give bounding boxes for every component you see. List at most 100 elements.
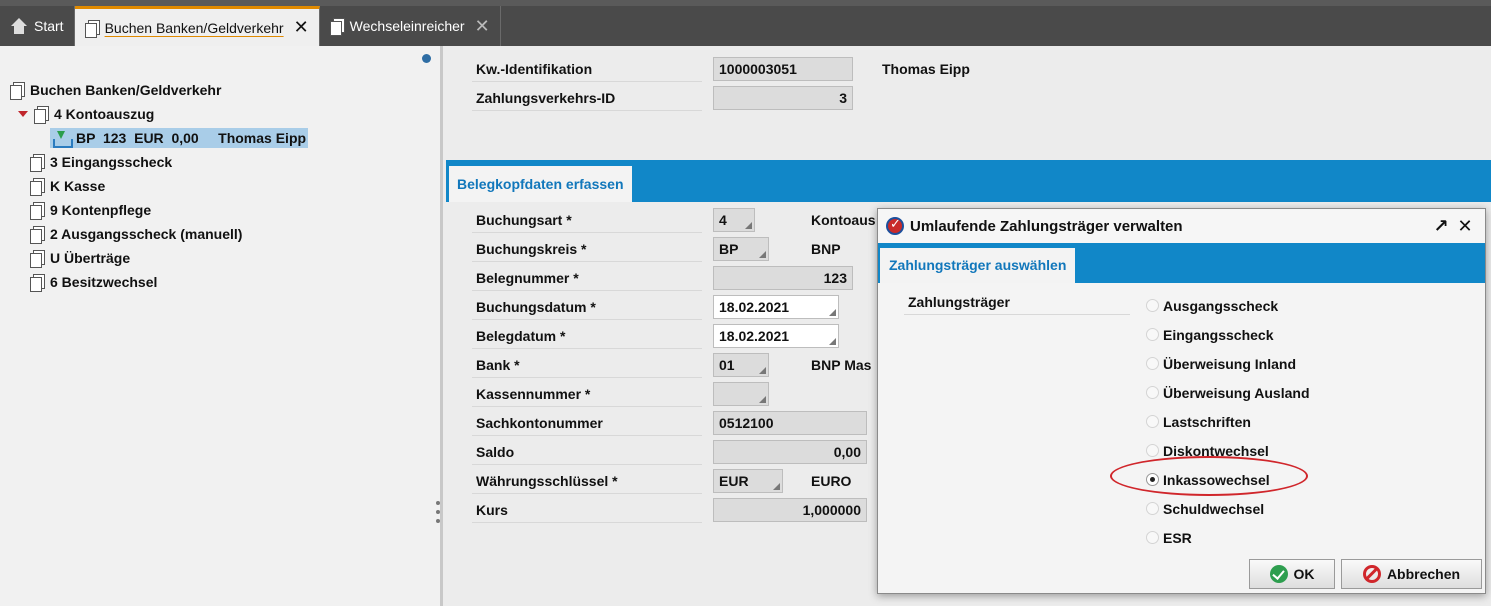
waehrungsschluessel-dropdown[interactable]: EUR: [713, 469, 783, 493]
kw-identifikation-field[interactable]: 1000003051: [713, 57, 853, 81]
radio-icon[interactable]: [1146, 444, 1159, 457]
document-icon: [30, 178, 45, 196]
buchungsart-dropdown[interactable]: 4: [713, 208, 755, 232]
tab-label: Wechseleinreicher: [349, 18, 465, 34]
radio-label: Lastschriften: [1163, 413, 1251, 430]
tab-label: Buchen Banken/Geldverkehr: [104, 19, 284, 36]
tree-label: 9 Kontenpflege: [50, 202, 152, 218]
radio-icon[interactable]: [1146, 357, 1159, 370]
tree-item-ausgangsscheck[interactable]: 2 Ausgangsscheck (manuell): [10, 222, 308, 246]
tab-belegkopfdaten[interactable]: Belegkopfdaten erfassen: [449, 166, 632, 202]
radio-ueberweisung-inland[interactable]: Überweisung Inland: [1146, 349, 1310, 378]
dialog-section-bar: Zahlungsträger auswählen: [878, 243, 1485, 283]
sachkontonummer-label: Sachkontonummer: [472, 410, 702, 436]
sachkontonummer-field[interactable]: 0512100: [713, 411, 867, 435]
kassennummer-dropdown[interactable]: [713, 382, 769, 406]
tab-start[interactable]: Start: [0, 6, 75, 46]
radio-ausgangsscheck[interactable]: Ausgangsscheck: [1146, 291, 1310, 320]
bank-label: Bank *: [472, 352, 702, 378]
tree-item-uebertraege[interactable]: U Überträge: [10, 246, 308, 270]
expand-caret-icon[interactable]: [18, 111, 28, 117]
radio-schuldwechsel[interactable]: Schuldwechsel: [1146, 494, 1310, 523]
radio-icon[interactable]: [1146, 299, 1159, 312]
zahlungstraeger-radio-group: Ausgangsscheck Eingangsscheck Überweisun…: [1146, 291, 1310, 552]
tree: Buchen Banken/Geldverkehr 4 Kontoauszug …: [10, 78, 309, 294]
document-icon: [10, 82, 25, 100]
radio-label: Überweisung Ausland: [1163, 384, 1310, 401]
tree-item-kontenpflege[interactable]: 9 Kontenpflege: [10, 198, 308, 222]
tree-item-kasse[interactable]: K Kasse: [10, 174, 308, 198]
tab-zahlungstraeger-auswaehlen[interactable]: Zahlungsträger auswählen: [880, 248, 1076, 283]
tree-root[interactable]: Buchen Banken/Geldverkehr: [10, 78, 308, 102]
radio-label: Eingangsscheck: [1163, 326, 1274, 343]
tab-buchen-banken[interactable]: Buchen Banken/Geldverkehr ✕: [74, 6, 320, 46]
close-icon[interactable]: ✕: [294, 17, 309, 38]
radio-icon[interactable]: [1146, 415, 1159, 428]
radio-lastschriften[interactable]: Lastschriften: [1146, 407, 1310, 436]
saldo-field[interactable]: 0,00: [713, 440, 867, 464]
tree-label: 2 Ausgangsscheck (manuell): [50, 226, 243, 242]
belegnummer-field[interactable]: 123: [713, 266, 853, 290]
cancel-button[interactable]: Abbrechen: [1341, 559, 1482, 589]
radio-label: ESR: [1163, 529, 1192, 546]
highlight-ellipse: [1110, 456, 1308, 496]
status-dot-icon: [422, 54, 431, 63]
buchungskreis-dropdown[interactable]: BP: [713, 237, 769, 261]
tab-wechseleinreicher[interactable]: Wechseleinreicher ✕: [320, 6, 501, 46]
kurs-label: Kurs: [472, 497, 702, 523]
bank-description: BNP Mas: [811, 357, 872, 373]
radio-icon[interactable]: [1146, 386, 1159, 399]
zahlungsverkehrs-id-label: Zahlungsverkehrs-ID: [472, 85, 702, 111]
tree-label: K Kasse: [50, 178, 106, 194]
document-icon: [30, 154, 45, 172]
home-icon: [10, 18, 28, 34]
kw-name-text: Thomas Eipp: [882, 61, 970, 77]
radio-icon[interactable]: [1146, 531, 1159, 544]
radio-icon[interactable]: [1146, 502, 1159, 515]
tree-label: U Überträge: [50, 250, 131, 266]
belegdatum-label: Belegdatum *: [472, 323, 702, 349]
tree-label: BP 123 EUR 0,00 Thomas Eipp: [76, 130, 307, 146]
radio-icon[interactable]: [1146, 328, 1159, 341]
saldo-label: Saldo: [472, 439, 702, 465]
tree-item-besitzwechsel[interactable]: 6 Besitzwechsel: [10, 270, 308, 294]
document-icon: [34, 106, 49, 124]
zahlungstraeger-label: Zahlungsträger: [904, 289, 1130, 315]
tree-item-booking-entry[interactable]: BP 123 EUR 0,00 Thomas Eipp: [10, 126, 309, 150]
belegdatum-field[interactable]: 18.02.2021: [713, 324, 839, 348]
tab-bar: Start Buchen Banken/Geldverkehr ✕ Wechse…: [0, 6, 1491, 46]
tree-item-kontoauszug[interactable]: 4 Kontoauszug: [10, 102, 308, 126]
document-icon: [30, 202, 45, 220]
bank-dropdown[interactable]: 01: [713, 353, 769, 377]
selected-entry[interactable]: BP 123 EUR 0,00 Thomas Eipp: [50, 128, 309, 148]
radio-esr[interactable]: ESR: [1146, 523, 1310, 552]
dialog-title: Umlaufende Zahlungsträger verwalten: [910, 217, 1183, 235]
buchungskreis-label: Buchungskreis *: [472, 236, 702, 262]
ok-label: OK: [1293, 566, 1315, 582]
radio-ueberweisung-ausland[interactable]: Überweisung Ausland: [1146, 378, 1310, 407]
radio-eingangsscheck[interactable]: Eingangsscheck: [1146, 320, 1310, 349]
tree-item-eingangsscheck[interactable]: 3 Eingangsscheck: [10, 150, 308, 174]
document-icon: [30, 226, 45, 244]
dialog-title-bar[interactable]: Umlaufende Zahlungsträger verwalten ↗ ✕: [878, 209, 1485, 243]
close-icon[interactable]: ✕: [475, 16, 490, 37]
document-icon: [84, 19, 100, 38]
buchungsart-description: Kontoaus: [811, 212, 876, 228]
zahlungsverkehrs-id-field[interactable]: 3: [713, 86, 853, 110]
zahlungstraeger-dialog: Umlaufende Zahlungsträger verwalten ↗ ✕ …: [877, 208, 1486, 594]
kurs-field[interactable]: 1,000000: [713, 498, 867, 522]
kw-identifikation-label: Kw.-Identifikation: [472, 56, 702, 82]
tree-label: 3 Eingangsscheck: [50, 154, 173, 170]
tree-label: 6 Besitzwechsel: [50, 274, 158, 290]
kassennummer-label: Kassennummer *: [472, 381, 702, 407]
buchungsart-label: Buchungsart *: [472, 207, 702, 233]
tab-label: Start: [34, 18, 64, 34]
buchungskreis-description: BNP: [811, 241, 841, 257]
cancel-label: Abbrechen: [1386, 566, 1461, 582]
radio-label: Überweisung Inland: [1163, 355, 1297, 372]
close-icon[interactable]: ✕: [1453, 216, 1477, 237]
ok-button[interactable]: OK: [1249, 559, 1335, 589]
splitter-handle[interactable]: [436, 501, 440, 528]
buchungsdatum-field[interactable]: 18.02.2021: [713, 295, 839, 319]
restore-icon[interactable]: ↗: [1429, 216, 1453, 237]
